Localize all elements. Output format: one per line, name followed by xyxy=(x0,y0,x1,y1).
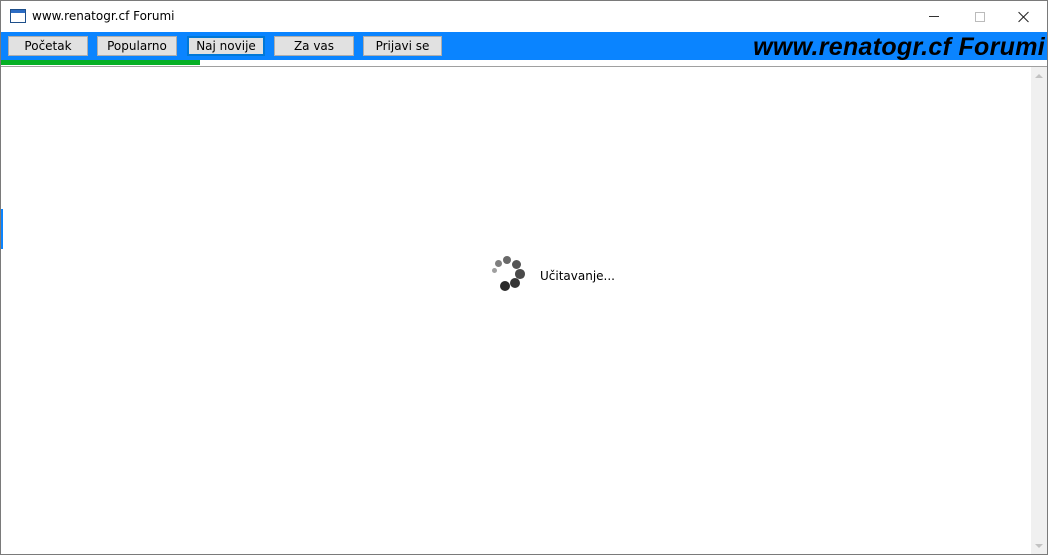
close-button[interactable] xyxy=(1001,1,1047,32)
toolbar: Početak Popularno Naj novije Za vas Prij… xyxy=(1,32,1047,61)
window-title: www.renatogr.cf Forumi xyxy=(32,9,175,23)
maximize-icon xyxy=(975,11,985,22)
minimize-icon xyxy=(929,16,939,17)
window-icon xyxy=(10,9,26,23)
spinner-dot xyxy=(503,256,511,264)
vertical-scrollbar[interactable] xyxy=(1031,67,1047,554)
loading-spinner-icon xyxy=(489,255,525,291)
close-icon xyxy=(1018,11,1030,23)
naj-novije-button[interactable]: Naj novije xyxy=(187,36,265,56)
left-edge-accent xyxy=(1,209,3,249)
spinner-dot xyxy=(499,280,510,291)
app-window: www.renatogr.cf Forumi Početak Popularno… xyxy=(0,0,1048,555)
loading-text: Učitavanje... xyxy=(540,269,615,283)
za-vas-button[interactable]: Za vas xyxy=(274,36,354,56)
maximize-button[interactable] xyxy=(957,1,1003,32)
popularno-button[interactable]: Popularno xyxy=(97,36,177,56)
brand-title: www.renatogr.cf Forumi xyxy=(753,33,1045,61)
spinner-dot xyxy=(491,268,497,274)
title-bar[interactable]: www.renatogr.cf Forumi xyxy=(1,1,1047,32)
minimize-button[interactable] xyxy=(911,1,957,32)
pocetak-button[interactable]: Početak xyxy=(8,36,88,56)
scroll-down-arrow-icon[interactable] xyxy=(1035,542,1043,550)
spinner-dot xyxy=(495,259,503,267)
spinner-dot xyxy=(512,260,522,270)
prijavi-se-button[interactable]: Prijavi se xyxy=(363,36,442,56)
progress-fill xyxy=(1,60,200,65)
spinner-dot xyxy=(510,277,521,288)
scroll-up-arrow-icon[interactable] xyxy=(1035,72,1043,80)
browser-content[interactable] xyxy=(1,67,1031,554)
